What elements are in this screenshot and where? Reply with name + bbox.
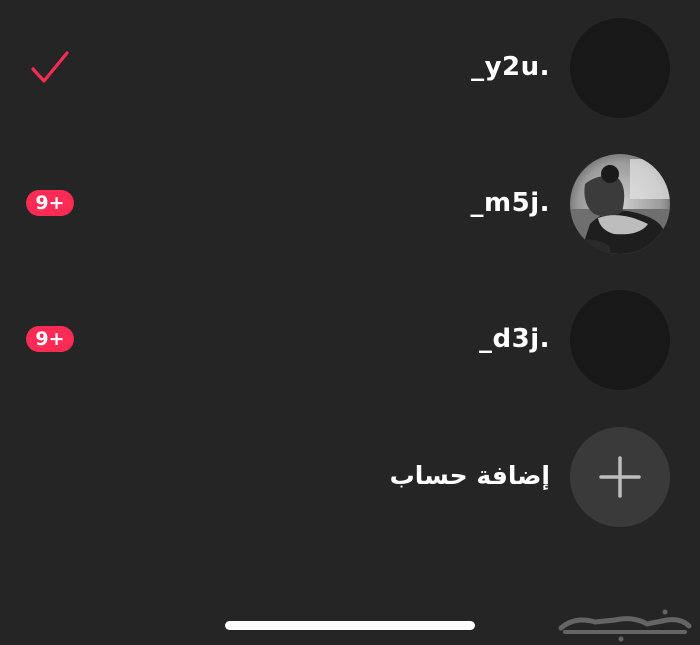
- home-indicator: [225, 621, 475, 630]
- avatar-photo: [570, 154, 670, 254]
- notification-badge: 9+: [26, 326, 74, 352]
- add-account-button[interactable]: إضافة حساب: [0, 427, 700, 527]
- plus-icon: [599, 456, 641, 498]
- check-icon: [31, 51, 69, 83]
- account-row-m5j[interactable]: _m5j. 9+: [0, 154, 700, 254]
- account-row-y2u[interactable]: _y2u.: [0, 18, 700, 118]
- account-username: _m5j.: [470, 188, 550, 218]
- account-row-d3j[interactable]: _d3j. 9+: [0, 290, 700, 390]
- notification-badge: 9+: [26, 190, 74, 216]
- haraj-logo: [558, 609, 692, 642]
- add-account-circle: [570, 427, 670, 527]
- add-account-label: إضافة حساب: [389, 461, 550, 490]
- avatar-empty: [570, 290, 670, 390]
- account-username: _y2u.: [471, 52, 550, 82]
- account-username: _d3j.: [479, 324, 550, 354]
- avatar-empty: [570, 18, 670, 118]
